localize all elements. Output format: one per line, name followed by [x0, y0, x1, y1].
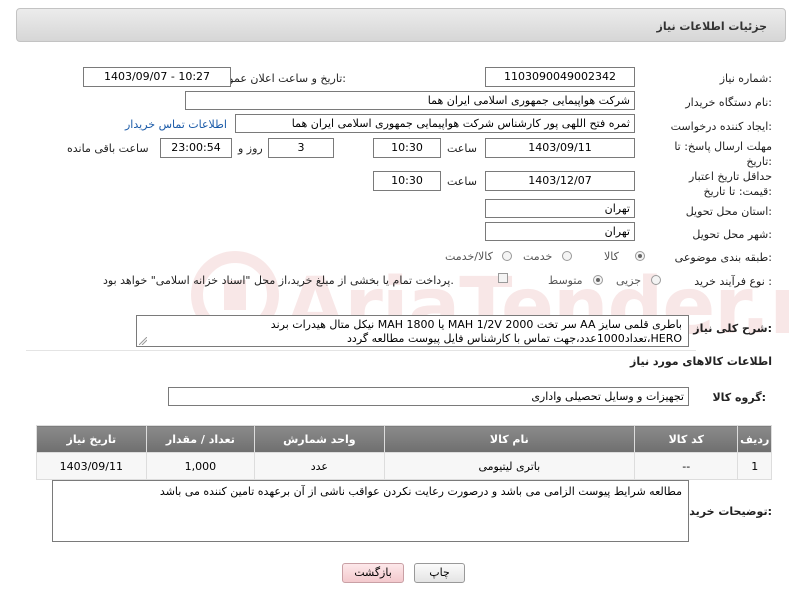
category-radio-service[interactable] — [562, 251, 572, 261]
buyer-notes-label: توضیحات خریدار: — [679, 505, 772, 518]
need-number-field: 1103090049002342 — [485, 67, 635, 87]
cell-name: باتری لیتیومی — [383, 452, 636, 480]
description-label: شرح کلی نیاز: — [693, 322, 772, 335]
price-validity-label: حداقل تاریخ اعتبار قیمت: تا تاریخ: — [688, 170, 772, 198]
items-table: ردیف کد کالا نام کالا واحد شمارش تعداد /… — [36, 425, 772, 480]
buyer-org-label: نام دستگاه خریدار: — [685, 96, 772, 109]
announce-datetime-label: تاریخ و ساعت اعلان عمومی: — [213, 72, 346, 85]
category-label: طبقه بندی موضوعی: — [674, 251, 772, 264]
purchase-type-option-minor: جزیی — [616, 274, 642, 287]
page-title: جزئیات اطلاعات نیاز — [656, 20, 768, 33]
category-radio-goods-service[interactable] — [502, 251, 512, 261]
reply-days-label: روز و — [238, 142, 263, 155]
requester-field: ثمره فتح اللهی پور کارشناس شرکت هواپیمای… — [235, 114, 635, 133]
goods-group-field: تجهیزات و وسایل تحصیلی واداری — [168, 387, 689, 406]
announce-datetime-field: 1403/09/07 - 10:27 — [83, 67, 231, 87]
cell-date: 1403/09/11 — [36, 452, 147, 480]
purchase-type-radio-minor[interactable] — [651, 275, 661, 285]
description-area: باطری قلمی سایز AA سر تخت MAH 1/2V 2000 … — [136, 315, 689, 347]
table-header-row: ردیف کد کالا نام کالا واحد شمارش تعداد /… — [36, 425, 772, 453]
buyer-org-field: شرکت هواپیمایی جمهوری اسلامی ایران هما — [185, 91, 635, 110]
col-code: کد کالا — [634, 425, 739, 453]
delivery-province-field: تهران — [485, 199, 635, 218]
purchase-type-label: نوع فرآیند خرید : — [694, 275, 772, 288]
buyer-notes-area: مطالعه شرایط پیوست الزامی می باشد و درصو… — [52, 480, 689, 542]
description-line-2: HERO،تعداد1000عدد،جهت تماس با کارشناس فا… — [347, 332, 682, 345]
resize-grip-icon[interactable] — [139, 337, 147, 345]
delivery-city-field: تهران — [485, 222, 635, 241]
purchase-type-radio-medium[interactable] — [593, 275, 603, 285]
description-line-1: باطری قلمی سایز AA سر تخت MAH 1/2V 2000 … — [270, 318, 682, 331]
price-validity-date-field: 1403/12/07 — [485, 171, 635, 191]
cell-row: 1 — [737, 452, 772, 480]
purchase-type-option-medium: متوسط — [548, 274, 583, 287]
need-number-label: شماره نیاز: — [719, 72, 772, 85]
reply-time-field: 10:30 — [373, 138, 441, 158]
page-header: جزئیات اطلاعات نیاز — [16, 8, 786, 42]
delivery-province-label: استان محل تحویل: — [685, 205, 772, 218]
treasury-checkbox[interactable] — [498, 273, 508, 283]
category-option-goods-service: کالا/خدمت — [445, 250, 493, 263]
col-unit: واحد شمارش — [254, 425, 385, 453]
delivery-city-label: شهر محل تحویل: — [692, 228, 772, 241]
print-button[interactable]: چاپ — [414, 563, 465, 583]
reply-days-field: 3 — [268, 138, 334, 158]
category-option-goods: کالا — [604, 250, 619, 263]
reply-date-field: 1403/09/11 — [485, 138, 635, 158]
treasury-note: پرداخت تمام یا بخشی از مبلغ خرید،از محل … — [103, 274, 454, 287]
reply-time-label: ساعت — [447, 142, 477, 155]
goods-group-label: گروه کالا: — [712, 391, 766, 404]
cell-code: -- — [634, 452, 739, 480]
col-qty: تعداد / مقدار — [145, 425, 256, 453]
price-validity-time-field: 10:30 — [373, 171, 441, 191]
category-radio-goods[interactable] — [635, 251, 645, 261]
category-option-service: خدمت — [523, 250, 553, 263]
price-validity-time-label: ساعت — [447, 175, 477, 188]
remaining-time-label: ساعت باقی مانده — [67, 142, 149, 155]
goods-info-title: اطلاعات کالاهای مورد نیاز — [630, 355, 772, 368]
remaining-time-field: 23:00:54 — [160, 138, 232, 158]
back-button[interactable]: بازگشت — [342, 563, 404, 583]
table-row: 1 -- باتری لیتیومی عدد 1,000 1403/09/11 — [36, 452, 772, 480]
col-name: نام کالا — [383, 425, 636, 453]
reply-deadline-label: مهلت ارسال پاسخ: تا تاریخ: — [674, 140, 772, 168]
requester-label: ایجاد کننده درخواست: — [670, 120, 772, 133]
cell-qty: 1,000 — [145, 452, 256, 480]
col-date: تاریخ نیاز — [36, 425, 147, 453]
divider — [26, 350, 696, 351]
buyer-contact-link[interactable]: اطلاعات تماس خریدار — [125, 118, 227, 131]
col-row: ردیف — [737, 425, 772, 453]
cell-unit: عدد — [254, 452, 385, 480]
